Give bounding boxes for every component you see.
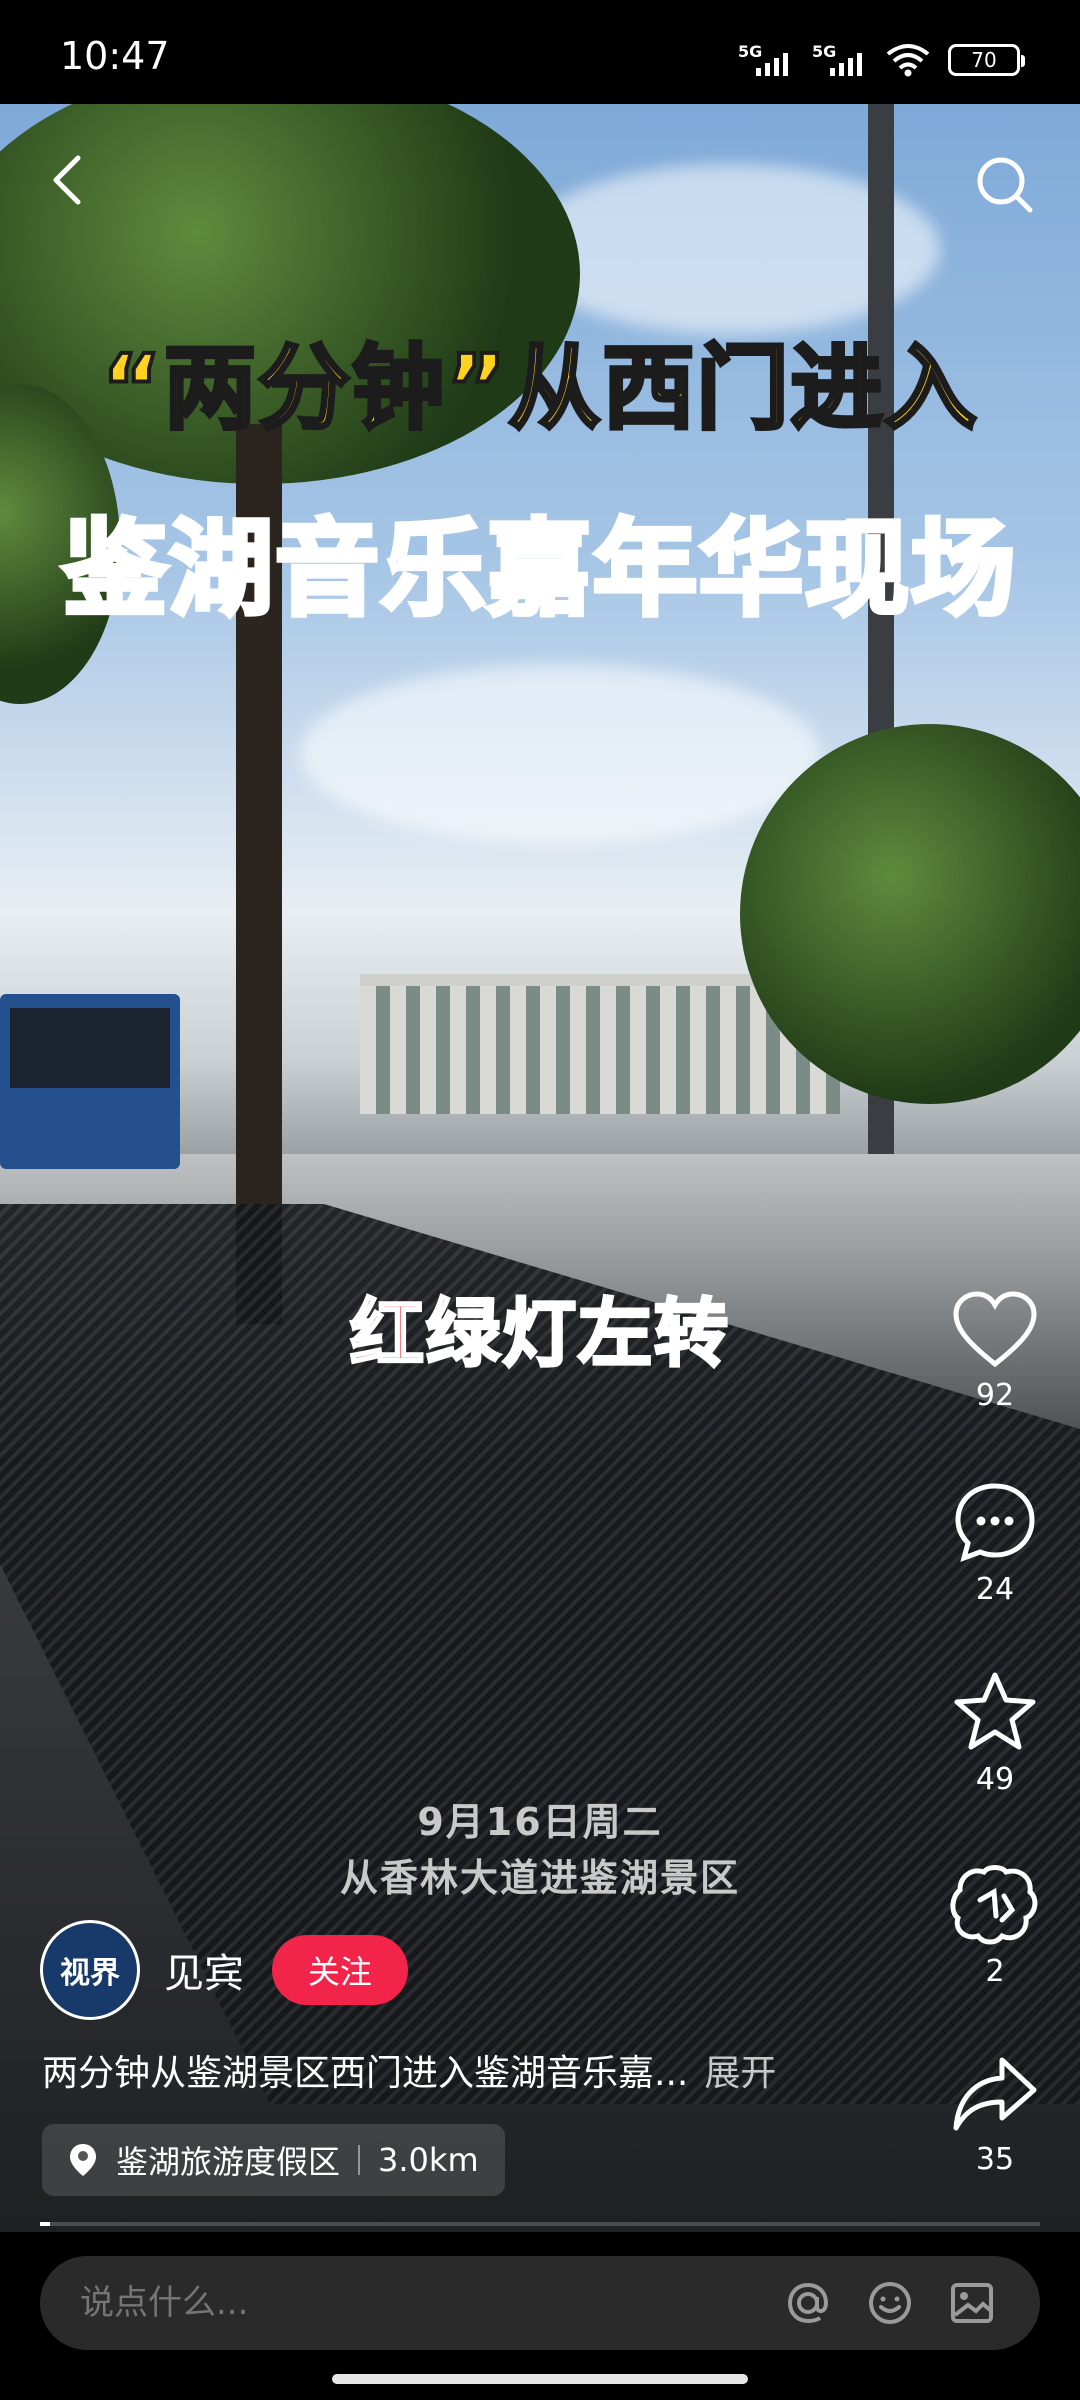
caption-red: 红 [349,1290,426,1379]
avatar[interactable]: 视界 [40,1920,140,2020]
comment-icon [955,1483,1035,1563]
caption-date-line1: 9月16日周二 [417,1800,663,1844]
signal-icon: 5G [812,42,868,78]
description-text: 两分钟从鉴湖景区西门进入鉴湖音乐嘉... [42,2053,689,2094]
status-indicators: 5G 5G 70 [738,40,1025,80]
battery-icon: 70 [948,44,1025,76]
divider [358,2145,361,2175]
status-bar: 10:47 5G 5G 70 [0,0,1080,104]
caption-green: 绿 [425,1290,502,1379]
gift-count: 2 [985,1954,1005,1989]
gift-button[interactable]: 2 [910,1862,1080,1989]
author-name[interactable]: 见宾 [164,1941,244,1999]
location-pin-icon [70,2144,96,2176]
comment-count: 24 [975,1572,1015,1607]
star-icon [954,1672,1036,1750]
share-count: 35 [975,2142,1015,2177]
heart-icon [953,1291,1037,1368]
like-count: 92 [975,1378,1015,1413]
cloud [300,664,820,844]
emoji-icon[interactable] [862,2275,918,2331]
image-icon[interactable] [944,2275,1000,2331]
caption-rest: 灯左转 [501,1290,730,1379]
location-name: 鉴湖旅游度假区 [116,2143,341,2181]
video-progress-bar[interactable] [40,2222,1040,2226]
bus [0,994,180,1169]
author-row: 视界 见宾 关注 [40,1920,408,2020]
like-button[interactable]: 92 [910,1290,1080,1413]
video-description[interactable]: 两分钟从鉴湖景区西门进入鉴湖音乐嘉... 展开 [42,2044,776,2096]
location-distance: 3.0km [378,2141,479,2179]
comment-input[interactable] [80,2283,754,2323]
home-indicator[interactable] [332,2374,748,2384]
mention-icon[interactable] [780,2275,836,2331]
favorite-button[interactable]: 49 [910,1670,1080,1797]
signal-icon: 5G [738,42,794,78]
share-icon [953,2057,1037,2131]
comment-button[interactable]: 24 [910,1480,1080,1607]
favorite-count: 49 [975,1762,1015,1797]
share-button[interactable]: 35 [910,2054,1080,2177]
video-title-line1: “两分钟”从西门进入 [100,333,979,444]
gift-icon [950,1865,1038,1945]
location-tag[interactable]: 鉴湖旅游度假区 3.0km [42,2124,505,2196]
comment-bar [40,2256,1040,2350]
progress-fill [40,2222,50,2226]
video-title-line2: 鉴湖音乐嘉年华现场 [60,506,1017,633]
wifi-icon [886,44,930,77]
back-icon[interactable] [40,150,100,210]
expand-link[interactable]: 展开 [704,2053,776,2094]
search-icon[interactable] [970,150,1040,220]
status-time: 10:47 [60,34,170,78]
follow-button[interactable]: 关注 [272,1935,408,2005]
